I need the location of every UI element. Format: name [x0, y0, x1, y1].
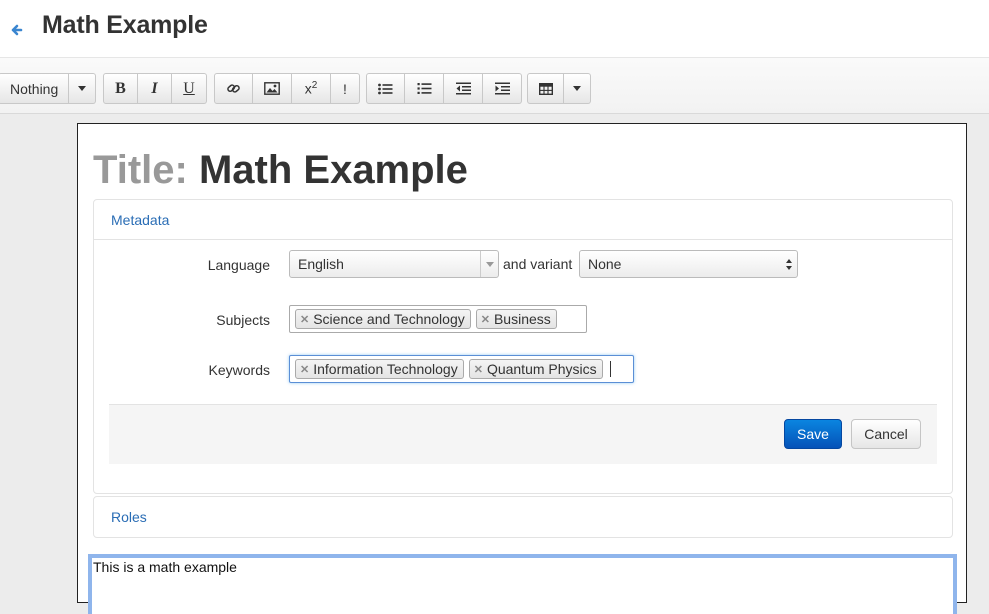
remove-tag-icon[interactable]: ✕	[474, 363, 483, 376]
bold-button[interactable]: B	[103, 73, 138, 104]
keywords-input[interactable]: ✕ Information Technology ✕ Quantum Physics	[289, 355, 634, 383]
table-icon	[538, 82, 553, 95]
updown-arrows-icon	[786, 259, 792, 270]
language-value: English	[298, 256, 344, 272]
numbered-list-button[interactable]	[405, 73, 444, 104]
remove-tag-icon[interactable]: ✕	[300, 313, 309, 326]
numbered-list-icon	[417, 83, 431, 94]
title-label: Title:	[93, 148, 188, 192]
link-icon	[227, 84, 240, 93]
save-button[interactable]: Save	[784, 419, 842, 449]
header-bar: Math Example	[0, 0, 989, 58]
subject-tag: ✕ Business	[475, 309, 557, 329]
variant-label: and variant	[503, 256, 573, 272]
chevron-down-icon	[573, 86, 581, 91]
outdent-icon	[455, 82, 471, 95]
link-button[interactable]	[214, 73, 253, 104]
subjects-input[interactable]: ✕ Science and Technology ✕ Business	[289, 305, 587, 333]
style-select-group: Nothing	[0, 73, 96, 104]
language-select[interactable]: English	[289, 250, 499, 278]
underline-icon: U	[183, 79, 195, 97]
subject-tag: ✕ Science and Technology	[295, 309, 471, 329]
keyword-tag: ✕ Quantum Physics	[468, 359, 603, 379]
note-button[interactable]: !	[331, 73, 360, 104]
indent-button[interactable]	[483, 73, 522, 104]
table-dropdown-toggle[interactable]	[564, 73, 591, 104]
format-group: B I U	[103, 73, 207, 104]
italic-icon: I	[151, 79, 158, 97]
keyword-tag: ✕ Information Technology	[295, 359, 464, 379]
bullet-list-button[interactable]	[366, 73, 405, 104]
content-editor[interactable]: This is a math example	[88, 554, 957, 614]
form-actions: Save Cancel	[109, 404, 937, 464]
bold-icon: B	[115, 79, 126, 97]
roles-panel: Roles	[93, 496, 953, 538]
variant-value: None	[588, 256, 622, 272]
remove-tag-icon[interactable]: ✕	[300, 363, 309, 376]
editor-toolbar: Nothing B I U x2 !	[0, 58, 989, 114]
cancel-button[interactable]: Cancel	[851, 419, 921, 449]
outdent-button[interactable]	[444, 73, 483, 104]
chevron-down-icon	[485, 261, 494, 267]
list-group	[366, 73, 522, 104]
image-icon	[264, 82, 280, 95]
underline-button[interactable]: U	[172, 73, 207, 104]
text-cursor	[609, 361, 611, 377]
indent-icon	[494, 82, 510, 95]
document-page: Title: Math Example Metadata Language En…	[77, 123, 967, 614]
superscript-icon: x2	[304, 80, 318, 97]
image-button[interactable]	[253, 73, 292, 104]
chevron-down-icon	[78, 86, 86, 91]
title-value[interactable]: Math Example	[199, 148, 468, 192]
italic-button[interactable]: I	[138, 73, 172, 104]
style-dropdown-toggle[interactable]	[69, 73, 96, 104]
metadata-panel: Metadata Language English and variant No…	[93, 199, 953, 494]
arrow-left-icon[interactable]	[9, 22, 25, 38]
page-title: Math Example	[42, 11, 208, 39]
roles-heading[interactable]: Roles	[94, 497, 952, 537]
document-title: Title: Math Example	[93, 148, 468, 193]
variant-select[interactable]: None	[579, 250, 798, 278]
language-label: Language	[207, 257, 270, 273]
subjects-label: Subjects	[216, 312, 270, 328]
metadata-heading[interactable]: Metadata	[94, 200, 952, 240]
style-select[interactable]: Nothing	[0, 73, 69, 104]
table-button[interactable]	[527, 73, 564, 104]
note-icon: !	[343, 80, 347, 97]
table-group	[527, 73, 591, 104]
superscript-button[interactable]: x2	[292, 73, 331, 104]
body-text: This is a math example	[93, 559, 237, 575]
remove-tag-icon[interactable]: ✕	[481, 313, 490, 326]
keywords-label: Keywords	[208, 362, 270, 378]
bullet-list-icon	[378, 83, 393, 94]
insert-group: x2 !	[214, 73, 360, 104]
